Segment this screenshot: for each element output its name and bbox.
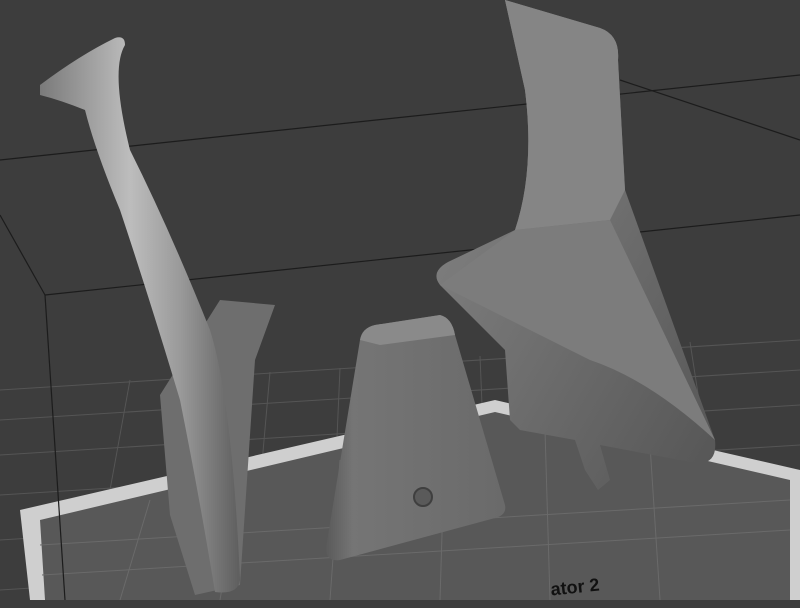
3d-viewport[interactable]: ator 2: [0, 0, 800, 601]
bracket-hole: [413, 487, 433, 507]
viewport-canvas[interactable]: [0, 0, 800, 601]
